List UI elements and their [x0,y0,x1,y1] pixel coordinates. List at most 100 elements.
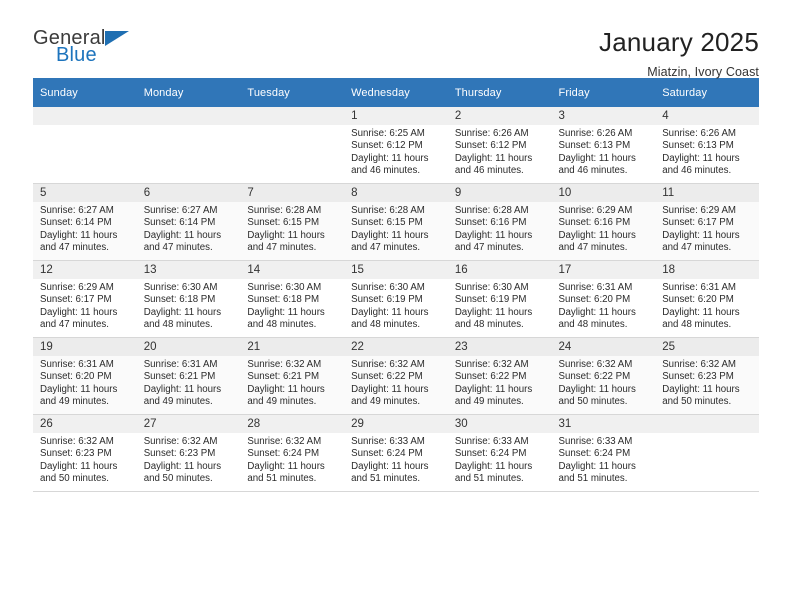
day-cell-content: 22 Sunrise: 6:32 AM Sunset: 6:22 PM Dayligh… [344,338,448,414]
sunset-text: Sunset: 6:19 PM [454,294,527,306]
sunrise-text: Sunrise: 6:31 AM [143,359,218,370]
day-number: 23 [447,338,552,356]
sun-times: Sunrise: 6:32 AM Sunset: 6:23 PM Daylight:… [655,356,759,409]
calendar-day-cell[interactable]: 8 Sunrise: 6:28 AM Sunset: 6:15 PM Daylight… [344,183,448,261]
calendar-day-cell[interactable]: 5 Sunrise: 6:27 AM Sunset: 6:14 PM Daylight… [33,183,137,261]
sunset-text: Sunset: 6:24 PM [454,448,527,460]
sun-times: Sunrise: 6:32 AM Sunset: 6:23 PM Daylight:… [137,433,241,486]
sun-times: Sunrise: 6:30 AM Sunset: 6:18 PM Daylight:… [137,279,241,332]
calendar-day-cell[interactable]: 1 Sunrise: 6:25 AM Sunset: 6:12 PM Daylight… [344,107,448,184]
daylight-text-line1: Daylight: 11 hours [558,306,636,318]
sunset-text: Sunset: 6:20 PM [40,371,112,383]
day-cell-content: 21 Sunrise: 6:32 AM Sunset: 6:21 PM Dayligh… [240,338,345,414]
daylight-text-line2: and 47 minutes. [662,242,732,254]
calendar-day-cell[interactable]: 19 Sunrise: 6:31 AM Sunset: 6:20 PM Dayligh… [33,337,137,415]
weekday-header-tuesday: Tuesday [240,78,345,107]
daylight-text-line2: and 50 minutes. [558,396,628,408]
calendar-day-cell[interactable]: 7 Sunrise: 6:28 AM Sunset: 6:15 PM Daylight… [240,183,345,261]
calendar-day-cell[interactable]: 23 Sunrise: 6:32 AM Sunset: 6:22 PM Dayligh… [447,337,552,415]
day-cell-content: 5 Sunrise: 6:27 AM Sunset: 6:14 PM Daylight… [33,184,137,260]
sun-times: Sunrise: 6:27 AM Sunset: 6:14 PM Daylight:… [33,202,137,255]
calendar-day-cell[interactable]: 14 Sunrise: 6:30 AM Sunset: 6:18 PM Dayligh… [240,260,345,338]
sunset-text: Sunset: 6:16 PM [558,217,631,229]
daylight-text-line2: and 47 minutes. [40,242,109,254]
daylight-text-line1: Daylight: 11 hours [454,383,533,395]
sun-times: Sunrise: 6:32 AM Sunset: 6:23 PM Daylight:… [33,433,137,486]
sun-times: Sunrise: 6:25 AM Sunset: 6:12 PM Daylight:… [344,125,448,178]
daylight-text-line2: and 48 minutes. [558,319,628,331]
weekday-header-friday: Friday [551,78,656,107]
general-blue-logo[interactable]: General Blue [33,28,143,65]
sunset-text: Sunset: 6:16 PM [454,217,527,229]
day-cell-content: 17 Sunrise: 6:31 AM Sunset: 6:20 PM Dayligh… [551,261,656,337]
sunrise-text: Sunrise: 6:32 AM [558,359,633,370]
calendar-day-cell[interactable]: 11 Sunrise: 6:29 AM Sunset: 6:17 PM Dayligh… [655,183,759,261]
calendar-day-cell[interactable]: 25 Sunrise: 6:32 AM Sunset: 6:23 PM Dayligh… [655,337,759,415]
calendar-day-cell[interactable]: 22 Sunrise: 6:32 AM Sunset: 6:22 PM Dayligh… [344,337,448,415]
calendar-day-cell[interactable]: 4 Sunrise: 6:26 AM Sunset: 6:13 PM Daylight… [655,107,759,184]
sunrise-text: Sunrise: 6:30 AM [143,282,218,293]
calendar-day-cell[interactable]: 17 Sunrise: 6:31 AM Sunset: 6:20 PM Dayligh… [551,260,656,338]
daylight-text-line1: Daylight: 11 hours [454,229,533,241]
daylight-text-line1: Daylight: 11 hours [558,460,636,472]
calendar-day-cell[interactable]: 10 Sunrise: 6:29 AM Sunset: 6:16 PM Dayligh… [551,183,656,261]
daylight-text-line2: and 47 minutes. [454,242,524,254]
daylight-text-line1: Daylight: 11 hours [662,383,740,395]
calendar-day-cell[interactable]: 30 Sunrise: 6:33 AM Sunset: 6:24 PM Dayligh… [447,414,552,492]
calendar-day-cell[interactable]: 13 Sunrise: 6:30 AM Sunset: 6:18 PM Dayligh… [136,260,241,338]
daylight-text-line1: Daylight: 11 hours [558,152,636,164]
day-cell-content: 9 Sunrise: 6:28 AM Sunset: 6:16 PM Daylight… [447,184,552,260]
calendar-day-cell[interactable]: 12 Sunrise: 6:29 AM Sunset: 6:17 PM Dayligh… [33,260,137,338]
sun-times: Sunrise: 6:32 AM Sunset: 6:24 PM Daylight:… [240,433,344,486]
sunset-text: Sunset: 6:13 PM [662,140,734,152]
sunrise-text: Sunrise: 6:28 AM [454,205,529,216]
calendar-day-cell[interactable]: 2 Sunrise: 6:26 AM Sunset: 6:12 PM Daylight… [447,107,552,184]
calendar-day-cell[interactable]: 28 Sunrise: 6:32 AM Sunset: 6:24 PM Dayligh… [240,414,345,492]
calendar-day-cell[interactable]: 6 Sunrise: 6:27 AM Sunset: 6:14 PM Daylight… [136,183,241,261]
calendar-day-cell[interactable]: 20 Sunrise: 6:31 AM Sunset: 6:21 PM Dayligh… [136,337,241,415]
sunrise-text: Sunrise: 6:33 AM [558,436,633,447]
sunset-text: Sunset: 6:24 PM [247,448,320,460]
sunset-text: Sunset: 6:14 PM [143,217,216,229]
day-cell-content: 20 Sunrise: 6:31 AM Sunset: 6:21 PM Dayligh… [136,338,241,414]
sunrise-text: Sunrise: 6:29 AM [662,205,736,216]
daylight-text-line1: Daylight: 11 hours [40,460,118,472]
daylight-text-line2: and 51 minutes. [351,473,421,485]
day-number: 24 [551,338,656,356]
calendar-day-cell[interactable]: 24 Sunrise: 6:32 AM Sunset: 6:22 PM Dayligh… [551,337,656,415]
sunset-text: Sunset: 6:18 PM [247,294,320,306]
calendar-day-cell[interactable]: 27 Sunrise: 6:32 AM Sunset: 6:23 PM Dayligh… [136,414,241,492]
calendar-day-cell[interactable]: 15 Sunrise: 6:30 AM Sunset: 6:19 PM Dayligh… [344,260,448,338]
sun-times: Sunrise: 6:29 AM Sunset: 6:16 PM Daylight:… [552,202,656,255]
sunrise-text: Sunrise: 6:31 AM [662,282,736,293]
day-number: 31 [551,415,656,433]
calendar-day-cell[interactable]: 9 Sunrise: 6:28 AM Sunset: 6:16 PM Daylight… [447,183,552,261]
daylight-text-line1: Daylight: 11 hours [247,383,325,395]
calendar-day-cell[interactable]: 21 Sunrise: 6:32 AM Sunset: 6:21 PM Dayligh… [240,337,345,415]
day-cell-content: 24 Sunrise: 6:32 AM Sunset: 6:22 PM Dayligh… [551,338,656,414]
sun-times: Sunrise: 6:31 AM Sunset: 6:20 PM Daylight:… [655,279,759,332]
sun-times: Sunrise: 6:26 AM Sunset: 6:13 PM Daylight:… [655,125,759,178]
sunset-text: Sunset: 6:14 PM [40,217,112,229]
day-number: 25 [655,338,759,356]
daylight-text-line1: Daylight: 11 hours [40,383,118,395]
calendar-day-cell[interactable]: 3 Sunrise: 6:26 AM Sunset: 6:13 PM Daylight… [551,107,656,184]
sun-times: Sunrise: 6:32 AM Sunset: 6:22 PM Daylight:… [448,356,552,409]
daylight-text-line2: and 48 minutes. [351,319,421,331]
calendar-day-cell[interactable]: 26 Sunrise: 6:32 AM Sunset: 6:23 PM Dayligh… [33,414,137,492]
calendar-day-cell[interactable]: 16 Sunrise: 6:30 AM Sunset: 6:19 PM Dayligh… [447,260,552,338]
sunrise-text: Sunrise: 6:26 AM [662,128,736,139]
day-number: 20 [136,338,241,356]
title-block: January 2025 Miatzin, Ivory Coast [599,28,759,79]
sunset-text: Sunset: 6:12 PM [454,140,527,152]
calendar-day-cell[interactable]: 31 Sunrise: 6:33 AM Sunset: 6:24 PM Dayligh… [551,414,656,492]
calendar-day-cell[interactable]: 29 Sunrise: 6:33 AM Sunset: 6:24 PM Dayligh… [344,414,448,492]
calendar-cell-empty [240,107,345,184]
calendar-day-cell[interactable]: 18 Sunrise: 6:31 AM Sunset: 6:20 PM Dayligh… [655,260,759,338]
daylight-text-line2: and 48 minutes. [662,319,732,331]
daylight-text-line1: Daylight: 11 hours [662,229,740,241]
sun-times: Sunrise: 6:31 AM Sunset: 6:20 PM Daylight:… [552,279,656,332]
sunrise-text: Sunrise: 6:32 AM [247,436,322,447]
day-number: 5 [33,184,137,202]
sun-times: Sunrise: 6:32 AM Sunset: 6:21 PM Daylight:… [240,356,344,409]
